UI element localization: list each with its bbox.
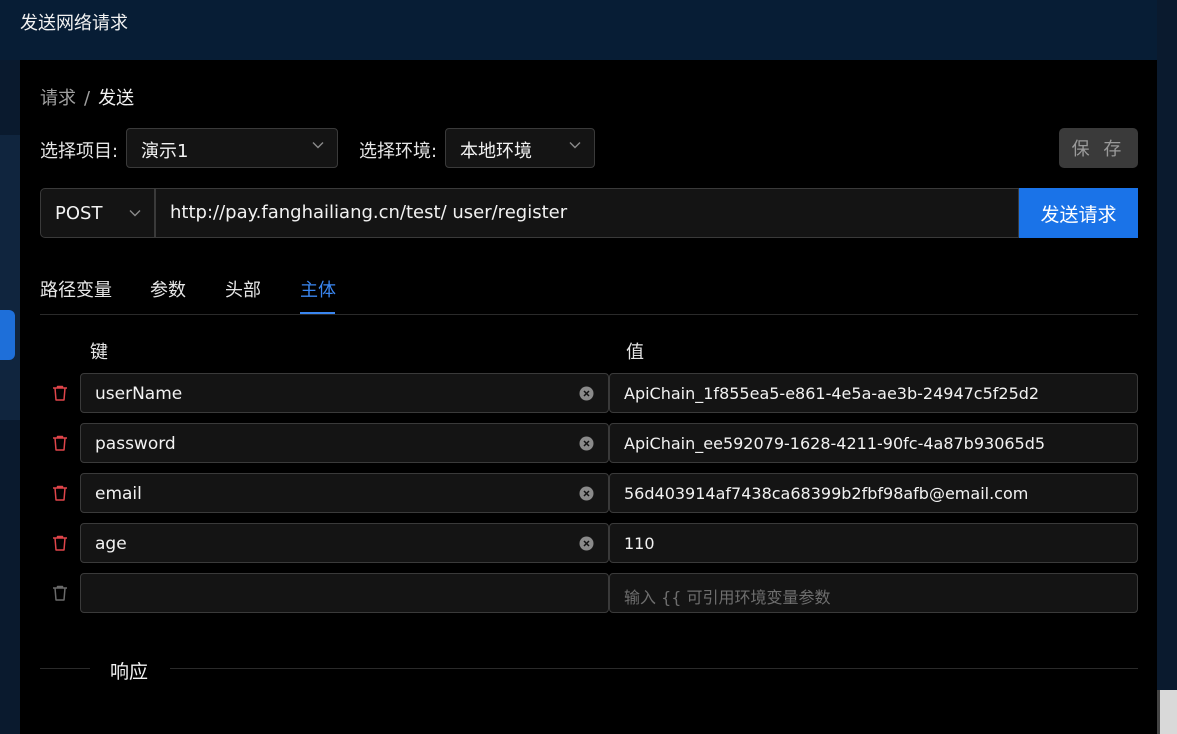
trash-icon[interactable] (51, 384, 69, 402)
breadcrumb: 请求 / 发送 (40, 84, 134, 110)
method-select[interactable]: POST (40, 188, 155, 238)
key-input-value: email (95, 484, 142, 504)
environment-select-value: 本地环境 (460, 141, 532, 162)
right-edge (1157, 0, 1177, 734)
project-select[interactable]: 演示1 (126, 128, 338, 168)
tab-path-variables[interactable]: 路径变量 (40, 276, 112, 302)
clear-circle-icon[interactable] (579, 386, 594, 401)
trash-icon[interactable] (51, 534, 69, 552)
trash-icon[interactable] (51, 434, 69, 452)
key-input-value: userName (95, 384, 183, 404)
table-row: email 56d403914af7438ca68399b2fbf98afb@e… (20, 473, 1157, 513)
save-button[interactable]: 保 存 (1059, 128, 1138, 168)
window-title: 发送网络请求 (20, 13, 128, 34)
value-input[interactable]: 56d403914af7438ca68399b2fbf98afb@email.c… (609, 473, 1138, 513)
response-divider-left (40, 668, 90, 669)
value-input-value: 56d403914af7438ca68399b2fbf98afb@email.c… (624, 484, 1029, 503)
table-row-empty: 输入 {{ 可引用环境变量参数 (20, 573, 1157, 613)
key-input-value: age (95, 534, 127, 554)
tab-params[interactable]: 参数 (150, 276, 186, 302)
background-sidebar (0, 60, 20, 734)
clear-circle-icon[interactable] (579, 486, 594, 501)
active-tab-indicator (300, 312, 335, 314)
breadcrumb-separator: / (84, 88, 91, 109)
response-divider-right (170, 668, 1138, 669)
key-input[interactable]: password (80, 423, 609, 463)
clear-circle-icon[interactable] (579, 436, 594, 451)
key-input[interactable]: email (80, 473, 609, 513)
url-input[interactable]: http://pay.fanghailiang.cn/test/ user/re… (155, 188, 1019, 238)
project-label: 选择项目: (40, 141, 119, 162)
environment-select[interactable]: 本地环境 (445, 128, 595, 168)
breadcrumb-current: 发送 (98, 88, 135, 109)
chevron-down-icon (569, 142, 581, 149)
value-input[interactable]: ApiChain_ee592079-1628-4211-90fc-4a87b93… (609, 423, 1138, 463)
value-input[interactable]: 输入 {{ 可引用环境变量参数 (609, 573, 1138, 613)
request-dialog: 请求 / 发送 选择项目: 演示1 选择环境: 本地环境 保 存 POST http… (20, 60, 1157, 734)
table-row: userName ApiChain_1f855ea5-e861-4e5a-ae3… (20, 373, 1157, 413)
value-input-value: 110 (624, 534, 655, 553)
table-row: age 110 (20, 523, 1157, 563)
clear-circle-icon[interactable] (579, 536, 594, 551)
trash-icon[interactable] (51, 484, 69, 502)
method-select-value: POST (55, 203, 103, 224)
table-row: password ApiChain_ee592079-1628-4211-90f… (20, 423, 1157, 463)
chevron-down-icon (129, 210, 141, 217)
value-input[interactable]: 110 (609, 523, 1138, 563)
tabs-divider (40, 314, 1138, 315)
tab-headers[interactable]: 头部 (225, 276, 261, 302)
value-input-value: ApiChain_ee592079-1628-4211-90fc-4a87b93… (624, 434, 1046, 453)
breadcrumb-parent[interactable]: 请求 (40, 88, 76, 109)
chevron-down-icon (312, 142, 324, 149)
value-input[interactable]: ApiChain_1f855ea5-e861-4e5a-ae3b-24947c5… (609, 373, 1138, 413)
key-column-header: 键 (90, 342, 108, 363)
value-input-value: ApiChain_1f855ea5-e861-4e5a-ae3b-24947c5… (624, 384, 1040, 403)
value-column-header: 值 (626, 342, 644, 363)
environment-label: 选择环境: (359, 141, 438, 162)
response-title: 响应 (110, 661, 149, 683)
title-bar: 发送网络请求 (0, 0, 1157, 60)
sidebar-band (0, 135, 20, 420)
value-input-placeholder: 输入 {{ 可引用环境变量参数 (624, 588, 831, 607)
trash-icon (53, 585, 67, 601)
tab-body[interactable]: 主体 (300, 276, 336, 302)
key-input-value: password (95, 434, 176, 454)
key-input[interactable]: age (80, 523, 609, 563)
send-request-button[interactable]: 发送请求 (1019, 188, 1138, 238)
sidebar-active-indicator[interactable] (0, 310, 15, 360)
project-select-value: 演示1 (141, 141, 189, 162)
key-input[interactable] (80, 573, 609, 613)
key-input[interactable]: userName (80, 373, 609, 413)
scrollbar-thumb[interactable] (1160, 690, 1177, 734)
